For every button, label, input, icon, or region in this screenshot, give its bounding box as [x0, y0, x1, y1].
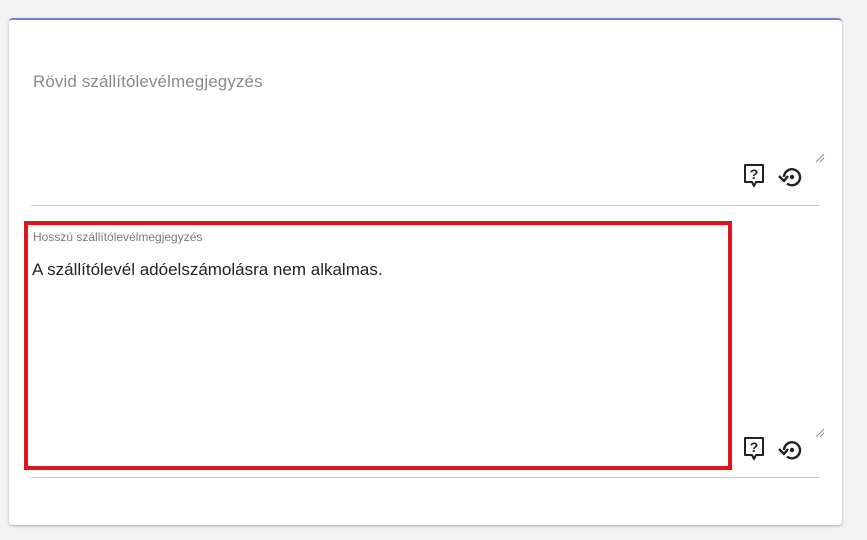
- reset-icon[interactable]: [778, 438, 804, 464]
- short-note-label: Rövid szállítólevélmegjegyzés: [33, 72, 263, 91]
- help-icon[interactable]: ?: [742, 436, 768, 462]
- long-note-value[interactable]: A szállítólevél adóelszámolásra nem alka…: [32, 260, 383, 280]
- resize-grip-icon[interactable]: [815, 150, 825, 163]
- long-note-label: Hosszú szállítólevélmegjegyzés: [33, 230, 203, 244]
- resize-grip-icon[interactable]: [815, 425, 825, 438]
- help-icon[interactable]: ?: [742, 163, 768, 189]
- short-note-field[interactable]: Rövid szállítólevélmegjegyzés ?: [31, 20, 825, 206]
- reset-icon[interactable]: [778, 165, 804, 191]
- long-note-field[interactable]: Hosszú szállítólevélmegjegyzés A szállít…: [31, 218, 825, 478]
- form-card: Rövid szállítólevélmegjegyzés ? Hosszú s…: [9, 18, 842, 525]
- svg-text:?: ?: [750, 439, 759, 455]
- svg-text:?: ?: [750, 166, 759, 182]
